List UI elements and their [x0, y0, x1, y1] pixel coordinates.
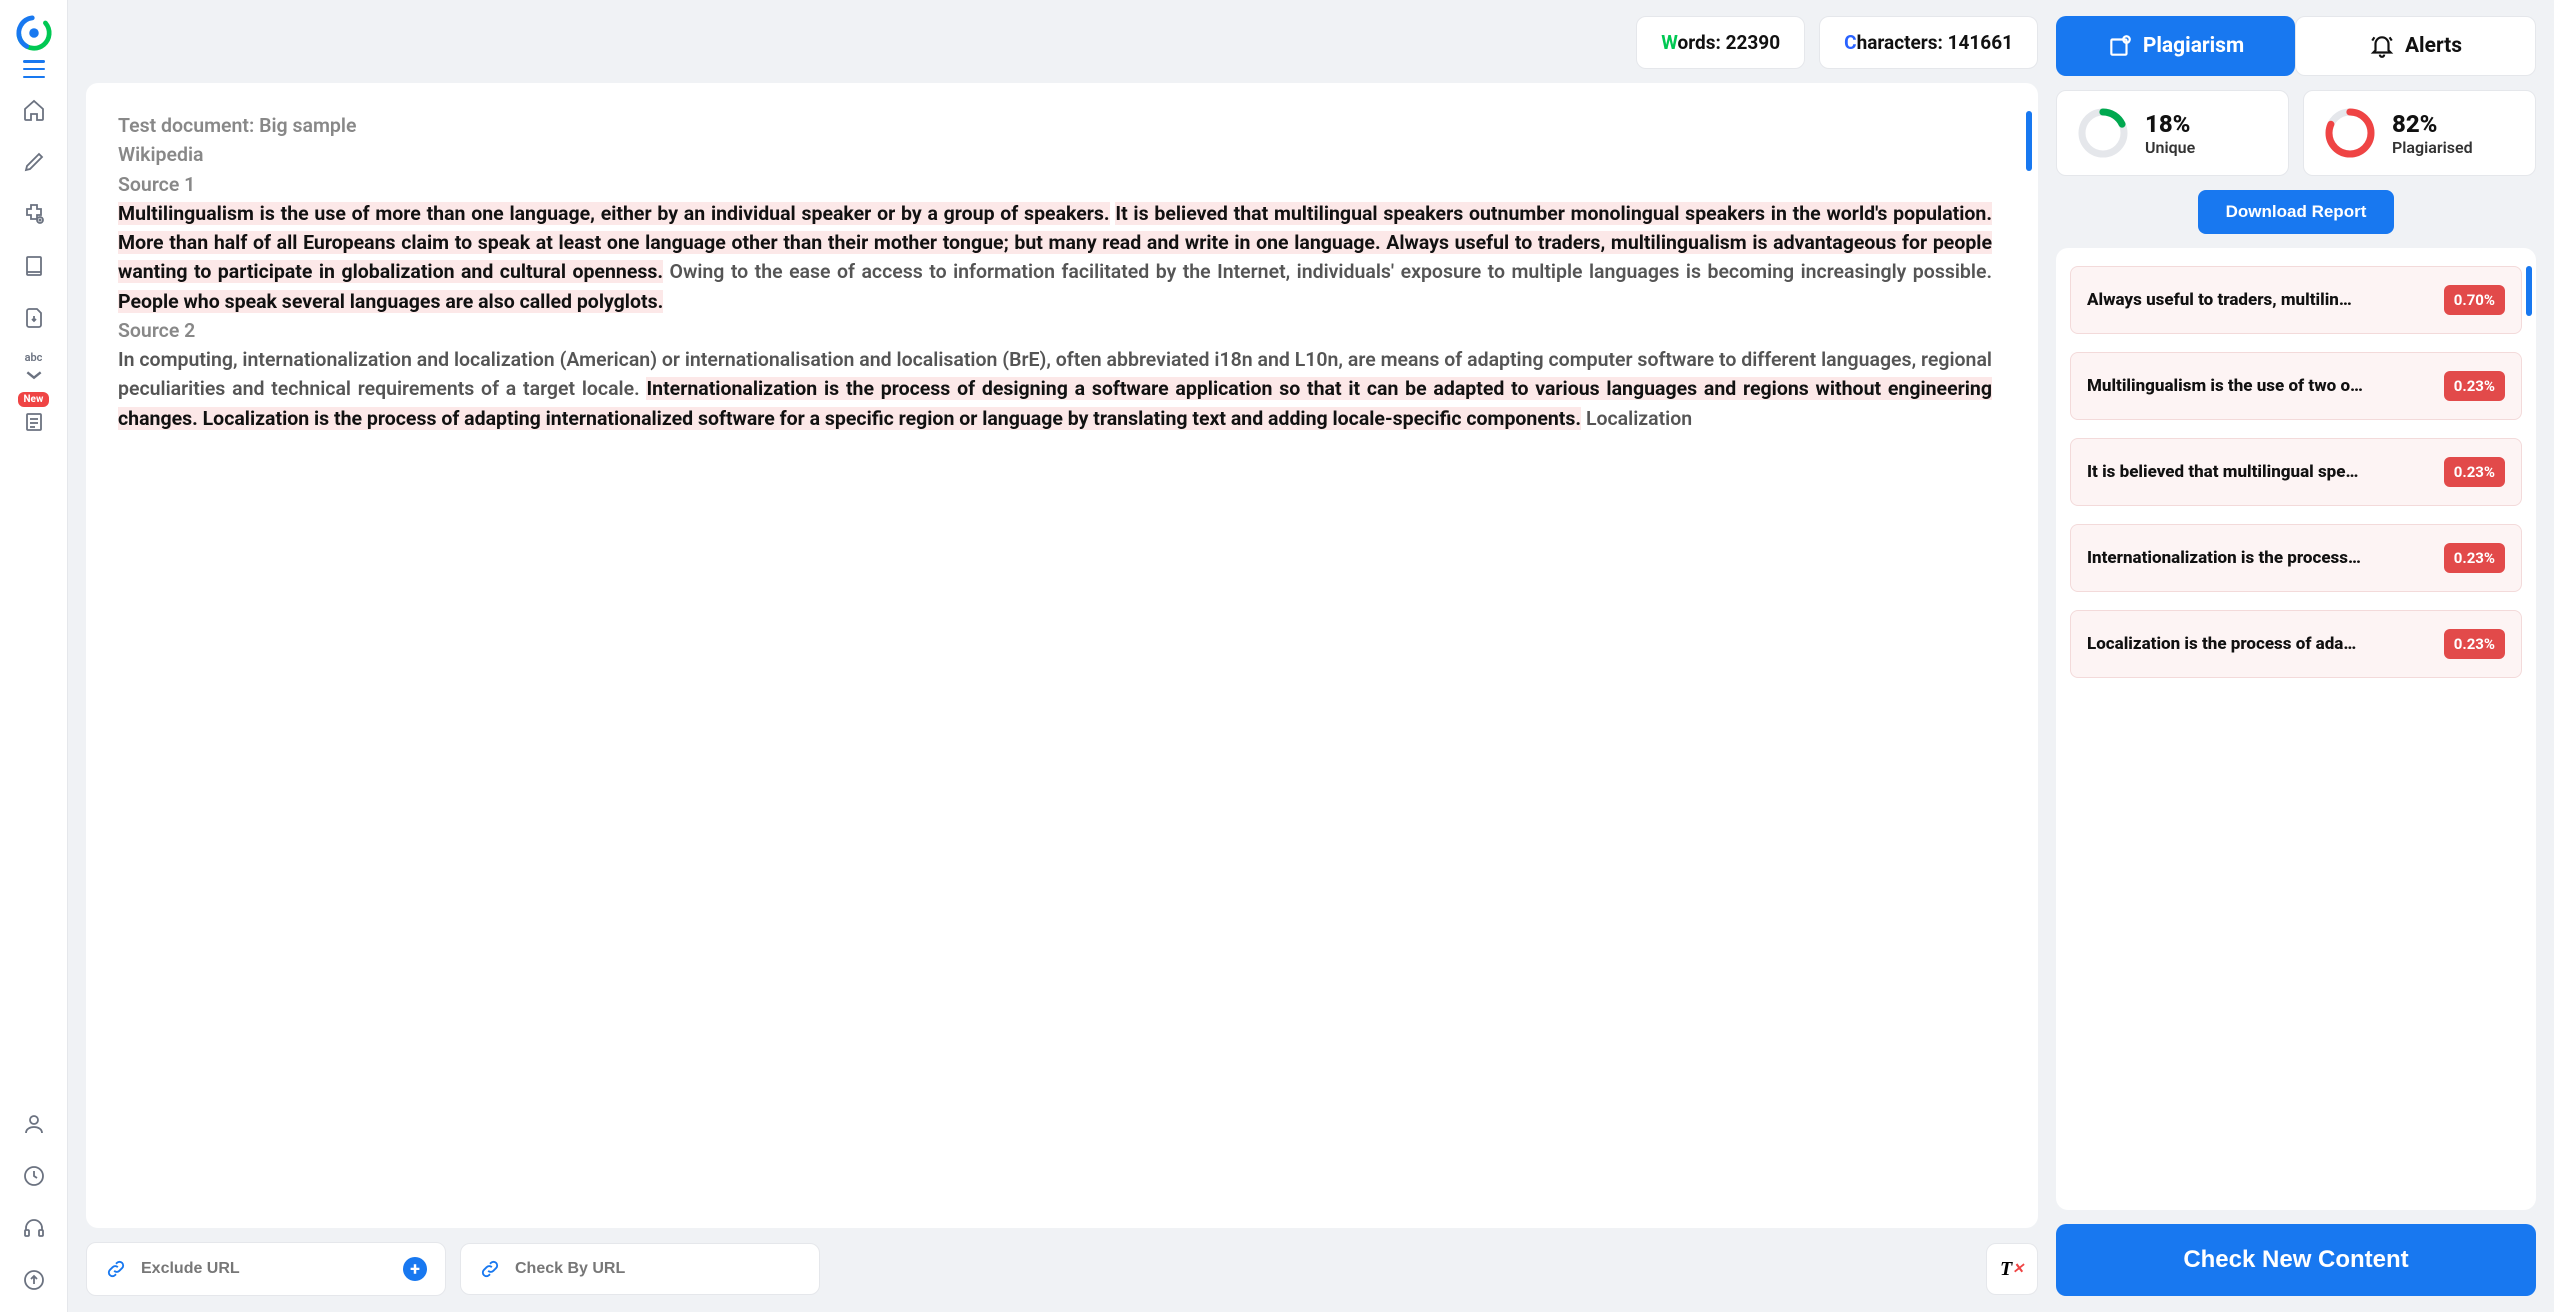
exclude-url-field[interactable]: + [86, 1242, 446, 1296]
exclude-url-input[interactable] [141, 1260, 389, 1278]
upload-icon[interactable] [22, 1268, 46, 1292]
spellcheck-icon[interactable]: abc [22, 358, 46, 382]
match-item[interactable]: Internationalization is the process…0.23… [2070, 524, 2522, 592]
plag-percent: 82% [2392, 110, 2473, 138]
unique-score-card: 18%Unique [2056, 90, 2289, 176]
menu-toggle-icon[interactable] [23, 60, 45, 78]
logo [15, 14, 53, 52]
scrollbar[interactable] [2026, 111, 2032, 171]
link-icon [479, 1258, 501, 1280]
match-item[interactable]: Multilingualism is the use of two o…0.23… [2070, 352, 2522, 420]
doc-title: Test document: Big sample [118, 111, 1992, 140]
match-item[interactable]: Localization is the process of ada…0.23% [2070, 610, 2522, 678]
check-new-content-button[interactable]: Check New Content [2056, 1224, 2536, 1296]
edit-icon[interactable] [22, 150, 46, 174]
clear-text-button[interactable]: T✕ [1986, 1243, 2038, 1295]
home-icon[interactable] [22, 98, 46, 122]
doc-paragraph-2: In computing, internationalization and l… [118, 345, 1992, 433]
words-stat: Words: 22390 [1636, 16, 1805, 69]
tab-plagiarism[interactable]: Plagiarism [2056, 16, 2295, 76]
add-exclude-button[interactable]: + [403, 1257, 427, 1281]
characters-stat: Characters: 141661 [1819, 16, 2038, 69]
checkby-url-field[interactable] [460, 1243, 820, 1295]
doc-wikipedia: Wikipedia [118, 140, 1992, 169]
report-icon[interactable]: New [22, 410, 46, 434]
checkby-url-input[interactable] [515, 1260, 801, 1278]
document-download-icon[interactable] [22, 306, 46, 330]
matches-list: Always useful to traders, multilin…0.70%… [2056, 248, 2536, 1210]
sidebar: abc New [0, 0, 68, 1312]
unique-percent: 18% [2145, 110, 2195, 138]
extension-icon[interactable] [22, 202, 46, 226]
document-editor[interactable]: Test document: Big sample Wikipedia Sour… [86, 83, 2038, 1228]
match-item[interactable]: Always useful to traders, multilin…0.70% [2070, 266, 2522, 334]
download-report-button[interactable]: Download Report [2198, 190, 2395, 234]
user-icon[interactable] [22, 1112, 46, 1136]
scrollbar[interactable] [2526, 266, 2532, 316]
doc-source2: Source 2 [118, 316, 1992, 345]
link-icon [105, 1258, 127, 1280]
tablet-icon[interactable] [22, 254, 46, 278]
doc-source1: Source 1 [118, 170, 1992, 199]
match-item[interactable]: It is believed that multilingual spe…0.2… [2070, 438, 2522, 506]
new-badge: New [18, 392, 50, 407]
history-icon[interactable] [22, 1164, 46, 1188]
doc-paragraph-1: Multilingualism is the use of more than … [118, 199, 1992, 316]
headphones-icon[interactable] [22, 1216, 46, 1240]
plagiarised-score-card: 82%Plagiarised [2303, 90, 2536, 176]
tab-alerts[interactable]: Alerts [2295, 16, 2536, 76]
